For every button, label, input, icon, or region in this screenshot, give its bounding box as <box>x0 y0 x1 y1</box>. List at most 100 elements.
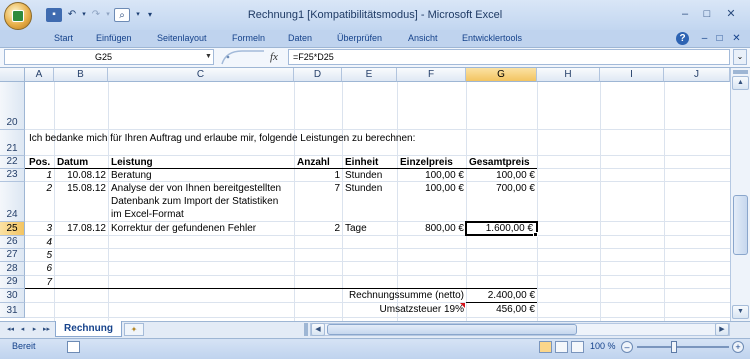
header-pos[interactable]: Pos. <box>27 157 52 169</box>
item-leistung[interactable]: Korrektur der gefundenen Fehler <box>109 223 258 235</box>
zoom-slider-knob[interactable] <box>671 341 677 353</box>
row-header-30[interactable]: 30 <box>0 289 25 303</box>
item-leistung[interactable]: Beratung <box>109 170 154 182</box>
prev-sheet-icon[interactable]: ◂ <box>18 324 27 335</box>
item-pos[interactable]: 1 <box>25 170 54 182</box>
zoom-out-icon[interactable]: – <box>621 341 633 353</box>
item-datum[interactable]: 10.08.12 <box>54 170 108 182</box>
item-einheit[interactable]: Tage <box>343 223 369 235</box>
item-pos[interactable]: 3 <box>25 223 54 235</box>
doc-restore-button[interactable]: □ <box>713 32 726 45</box>
expand-formula-bar-icon[interactable]: ⌄ <box>733 49 747 65</box>
item-gesamtpreis[interactable]: 1.600,00 € <box>466 223 535 235</box>
tab-entwicklertools[interactable]: Entwicklertools <box>462 32 522 45</box>
header-einheit[interactable]: Einheit <box>343 157 380 169</box>
name-box-dropdown-icon[interactable]: ▼ <box>205 53 212 60</box>
row-header-25[interactable]: 25 <box>0 222 25 236</box>
row-header-22[interactable]: 22 <box>0 156 25 169</box>
help-icon[interactable]: ? <box>676 32 689 45</box>
ust-value[interactable]: 456,00 € <box>466 304 537 316</box>
tab-seitenlayout[interactable]: Seitenlayout <box>157 32 207 45</box>
item-leistung-line[interactable]: Analyse der von Ihnen bereitgestellten <box>109 183 283 195</box>
tab-daten[interactable]: Daten <box>288 32 312 45</box>
column-header-h[interactable]: H <box>537 68 600 82</box>
fill-handle[interactable] <box>533 232 538 237</box>
macro-record-icon[interactable] <box>67 341 80 353</box>
item-pos[interactable]: 2 <box>25 183 54 195</box>
row-header-29[interactable]: 29 <box>0 276 25 289</box>
zoom-level[interactable]: 100 % <box>590 341 616 351</box>
netto-value[interactable]: 2.400,00 € <box>466 290 537 302</box>
row-header-24[interactable]: 24 <box>0 182 25 222</box>
item-gesamtpreis[interactable]: 100,00 € <box>466 170 537 182</box>
item-einzelpreis[interactable]: 800,00 € <box>397 223 466 235</box>
page-break-view-icon[interactable] <box>571 341 584 353</box>
column-header-f[interactable]: F <box>397 68 466 82</box>
row-header-20[interactable]: 20 <box>0 82 25 130</box>
item-leistung-line[interactable]: im Excel-Format <box>109 209 186 221</box>
horizontal-scroll-thumb[interactable] <box>327 324 577 335</box>
split-box[interactable] <box>733 70 748 74</box>
maximize-button[interactable]: □ <box>698 7 716 21</box>
comment-indicator-icon[interactable] <box>460 303 465 308</box>
header-gesamtpreis[interactable]: Gesamtpreis <box>467 157 532 169</box>
header-datum[interactable]: Datum <box>55 157 90 169</box>
item-anzahl[interactable]: 2 <box>294 223 342 235</box>
formula-input[interactable]: =F25*D25 <box>288 49 730 65</box>
empty-pos[interactable]: 6 <box>25 263 54 275</box>
scroll-up-icon[interactable]: ▲ <box>732 76 749 90</box>
doc-minimize-button[interactable]: – <box>698 32 711 45</box>
zoom-slider-track[interactable] <box>637 346 729 348</box>
tab-ansicht[interactable]: Ansicht <box>408 32 438 45</box>
intro-text[interactable]: Ich bedanke mich für Ihren Auftrag und e… <box>27 133 417 145</box>
item-anzahl[interactable]: 1 <box>294 170 342 182</box>
item-datum[interactable]: 17.08.12 <box>54 223 108 235</box>
insert-function-icon[interactable]: fx <box>270 49 284 65</box>
empty-pos[interactable]: 4 <box>25 237 54 249</box>
formula-bar-resize-handle[interactable] <box>218 49 266 65</box>
sheet-tab-rechnung[interactable]: Rechnung <box>55 321 122 337</box>
tab-formeln[interactable]: Formeln <box>232 32 265 45</box>
name-box[interactable]: G25 <box>4 49 214 65</box>
item-anzahl[interactable]: 7 <box>294 183 342 195</box>
doc-close-button[interactable]: ✕ <box>730 32 743 45</box>
header-anzahl[interactable]: Anzahl <box>295 157 332 169</box>
row-header-27[interactable]: 27 <box>0 249 25 262</box>
item-einzelpreis[interactable]: 100,00 € <box>397 183 466 195</box>
insert-sheet-icon[interactable]: ✦ <box>124 323 144 336</box>
select-all-corner[interactable] <box>0 68 25 82</box>
ust-label[interactable]: Umsatzsteuer 19% <box>294 304 466 316</box>
tab-start[interactable]: Start <box>54 32 73 45</box>
tab-split-handle[interactable] <box>304 323 308 336</box>
item-einzelpreis[interactable]: 100,00 € <box>397 170 466 182</box>
row-header-28[interactable]: 28 <box>0 262 25 276</box>
normal-view-icon[interactable] <box>539 341 552 353</box>
header-einzelpreis[interactable]: Einzelpreis <box>398 157 455 169</box>
row-header-31[interactable]: 31 <box>0 303 25 318</box>
item-einheit[interactable]: Stunden <box>343 183 384 195</box>
column-header-e[interactable]: E <box>342 68 397 82</box>
row-header-23[interactable]: 23 <box>0 169 25 182</box>
next-sheet-icon[interactable]: ▸ <box>30 324 39 335</box>
column-header-c[interactable]: C <box>108 68 294 82</box>
empty-pos[interactable]: 5 <box>25 250 54 262</box>
column-header-d[interactable]: D <box>294 68 342 82</box>
first-sheet-icon[interactable]: ◂◂ <box>6 324 15 335</box>
item-datum[interactable]: 15.08.12 <box>54 183 108 195</box>
item-leistung-line[interactable]: Datenbank zum Import der Statistiken <box>109 196 280 208</box>
scroll-left-icon[interactable]: ◀ <box>311 323 325 336</box>
scroll-right-icon[interactable]: ▶ <box>715 323 729 336</box>
tab-ueberpruefen[interactable]: Überprüfen <box>337 32 382 45</box>
tab-einfuegen[interactable]: Einfügen <box>96 32 132 45</box>
row-header-26[interactable]: 26 <box>0 236 25 249</box>
item-einheit[interactable]: Stunden <box>343 170 384 182</box>
column-header-i[interactable]: I <box>600 68 664 82</box>
minimize-button[interactable]: – <box>676 7 694 21</box>
close-button[interactable]: ✕ <box>722 7 740 21</box>
column-header-a[interactable]: A <box>25 68 54 82</box>
empty-pos[interactable]: 7 <box>25 277 54 289</box>
netto-label[interactable]: Rechnungssumme (netto) <box>294 290 466 302</box>
column-header-j[interactable]: J <box>664 68 730 82</box>
item-gesamtpreis[interactable]: 700,00 € <box>466 183 537 195</box>
last-sheet-icon[interactable]: ▸▸ <box>42 324 51 335</box>
